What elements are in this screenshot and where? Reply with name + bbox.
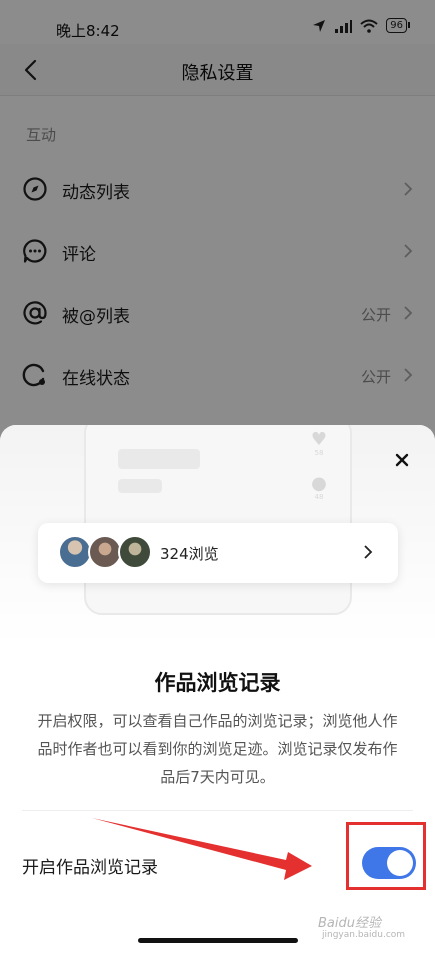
avatar (58, 535, 92, 569)
close-icon[interactable] (391, 449, 413, 471)
like-count: 58 (314, 449, 324, 457)
heart-icon: ♥ (310, 429, 328, 450)
like-indicator: ♥ 58 (308, 429, 330, 458)
comment-count: 48 (314, 493, 324, 501)
comment-bubble-icon: ● (311, 473, 327, 494)
comment-indicator: ● 48 (308, 473, 330, 502)
watermark: Baidu经验 (318, 916, 381, 931)
toggle-label: 开启作品浏览记录 (22, 858, 158, 878)
annotation-box (346, 822, 426, 890)
chevron-right-icon (364, 545, 373, 559)
phone-mockup: ♥ 58 ● 48 (84, 425, 352, 615)
views-card[interactable]: 324浏览 (38, 523, 398, 583)
watermark-url: jingyan.baidu.com (322, 930, 406, 940)
sheet-description: 开启权限，可以查看自己作品的浏览记录；浏览他人作品时作者也可以看到你的浏览足迹。… (37, 712, 398, 786)
placeholder-bar (118, 449, 200, 469)
preview-illustration: ♥ 58 ● 48 324浏览 (0, 425, 435, 645)
screen: 晚上8:42 96 隐私设置 互动 动态列表 评论 被@列表 公开 在线状态 公… (0, 0, 435, 955)
sheet-title: 作品浏览记录 (154, 671, 281, 695)
home-indicator[interactable] (138, 938, 298, 943)
avatar (118, 535, 152, 569)
views-count: 324浏览 (160, 545, 219, 563)
avatar (88, 535, 122, 569)
placeholder-bar (118, 479, 162, 493)
divider (22, 810, 413, 811)
